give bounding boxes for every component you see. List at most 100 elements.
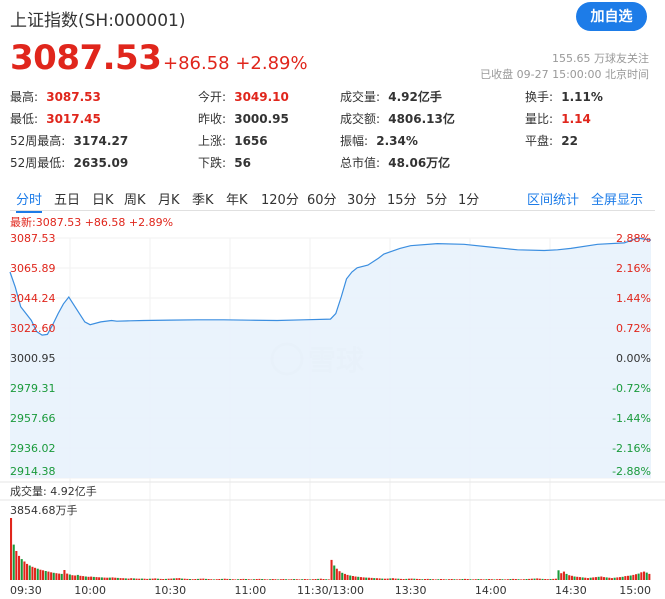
- volume-bar: [116, 577, 119, 580]
- volume-bar: [197, 578, 200, 580]
- volume-bar: [84, 576, 87, 580]
- volume-bar: [578, 577, 581, 580]
- fullscreen-link[interactable]: 全屏显示: [591, 189, 643, 208]
- tab-3[interactable]: 周K: [124, 189, 146, 208]
- tab-7[interactable]: 120分: [261, 189, 299, 208]
- volume-bar: [645, 572, 648, 580]
- volume-bar: [119, 578, 122, 580]
- volume-bar: [146, 578, 149, 580]
- volume-bar: [55, 573, 58, 580]
- price-area: [10, 238, 651, 478]
- tab-12[interactable]: 1分: [458, 189, 479, 208]
- volume-bar: [397, 578, 400, 580]
- volume-bar: [621, 576, 624, 580]
- volume-bar: [218, 579, 221, 580]
- volume-bar: [31, 566, 34, 580]
- stat-label: 平盘:: [525, 134, 554, 148]
- volume-bar: [562, 571, 565, 580]
- tab-4[interactable]: 月K: [158, 189, 180, 208]
- volume-bar: [373, 578, 376, 580]
- volume-bar: [178, 578, 181, 580]
- volume-bar: [335, 568, 338, 580]
- volume-bar: [95, 577, 98, 580]
- y-tick-right: -0.72%: [612, 382, 651, 395]
- volume-bar: [111, 577, 114, 580]
- volume-bar: [231, 579, 234, 580]
- stat-label: 成交量:: [340, 90, 381, 104]
- volume-bar: [98, 577, 101, 580]
- volume-bar: [322, 579, 325, 580]
- volume-bar: [613, 577, 616, 580]
- tab-8[interactable]: 60分: [307, 189, 337, 208]
- stat-label: 最低:: [10, 112, 39, 126]
- volume-bar: [581, 577, 584, 580]
- stat-item: 振幅: 2.34%: [340, 132, 418, 149]
- volume-bar: [311, 579, 314, 580]
- volume-bar: [573, 576, 576, 580]
- tab-0[interactable]: 分时: [16, 189, 43, 213]
- tab-5[interactable]: 季K: [192, 189, 214, 208]
- volume-bar: [10, 518, 13, 580]
- tab-6[interactable]: 年K: [226, 189, 248, 208]
- volume-max-label: 3854.68万手: [10, 503, 78, 517]
- tab-2[interactable]: 日K: [92, 189, 114, 208]
- stat-value: 56: [230, 156, 251, 170]
- volume-bar: [172, 578, 175, 580]
- volume-bar: [464, 578, 467, 580]
- volume-bar: [42, 570, 45, 580]
- volume-bar: [549, 579, 552, 580]
- volume-bar: [605, 577, 608, 580]
- volume-bar: [183, 578, 186, 580]
- x-tick: 15:00: [619, 584, 651, 597]
- volume-bar: [522, 579, 525, 580]
- volume-bar: [440, 579, 443, 580]
- followers-count[interactable]: 155.65 万球友关注: [552, 50, 649, 66]
- volume-bar: [52, 572, 55, 580]
- volume-bar: [461, 579, 464, 580]
- volume-bar: [528, 578, 531, 580]
- range-stats-link[interactable]: 区间统计: [527, 189, 579, 208]
- volume-bar: [293, 579, 296, 580]
- volume-bar: [175, 578, 178, 580]
- stat-item: 上涨: 1656: [198, 132, 268, 149]
- stat-value: 3174.27: [69, 134, 129, 148]
- stat-label: 昨收:: [198, 112, 227, 126]
- tab-1[interactable]: 五日: [54, 189, 80, 208]
- volume-bar: [319, 578, 322, 580]
- volume-bar: [170, 578, 173, 580]
- tab-9[interactable]: 30分: [347, 189, 377, 208]
- chart-svg[interactable]: 最新:3087.53 +86.58 +2.89%雪球3087.532.88%30…: [0, 212, 665, 599]
- x-tick: 10:30: [154, 584, 186, 597]
- volume-bar: [378, 578, 381, 580]
- tab-11[interactable]: 5分: [426, 189, 447, 208]
- volume-bar: [520, 579, 523, 580]
- stat-label: 上涨:: [198, 134, 227, 148]
- volume-bar: [186, 578, 189, 580]
- y-tick-left: 2979.31: [10, 382, 56, 395]
- volume-bar: [453, 579, 456, 580]
- volume-bar: [100, 577, 103, 580]
- market-status: 已收盘 09-27 15:00:00 北京时间: [480, 68, 649, 81]
- y-tick-right: 0.00%: [616, 352, 651, 365]
- volume-bar: [74, 575, 77, 580]
- volume-bar: [538, 578, 541, 580]
- volume-bar: [533, 578, 536, 580]
- volume-bar: [421, 579, 424, 580]
- intraday-chart[interactable]: 最新:3087.53 +86.58 +2.89%雪球3087.532.88%30…: [0, 212, 665, 599]
- x-tick: 11:00: [235, 584, 267, 597]
- volume-bar: [303, 579, 306, 580]
- stat-item: 换手: 1.11%: [525, 88, 603, 105]
- add-watchlist-button[interactable]: 加自选: [576, 2, 647, 31]
- tab-10[interactable]: 15分: [387, 189, 417, 208]
- volume-bar: [418, 579, 421, 580]
- stat-item: 成交量: 4.92亿手: [340, 88, 442, 105]
- volume-bar: [87, 576, 90, 580]
- volume-bar: [509, 579, 512, 580]
- volume-bar: [221, 578, 224, 580]
- x-tick: 09:30: [10, 584, 42, 597]
- volume-bar: [330, 559, 333, 580]
- volume-bar: [341, 572, 344, 580]
- current-price: 3087.53: [10, 38, 162, 78]
- volume-bar: [207, 579, 210, 580]
- volume-bar: [255, 579, 258, 580]
